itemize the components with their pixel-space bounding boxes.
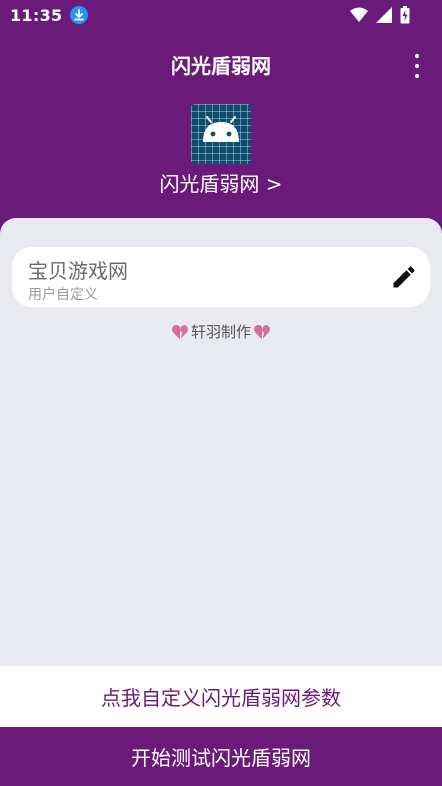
start-test-button[interactable]: 开始测试闪光盾弱网	[0, 727, 442, 786]
system-icons	[350, 6, 410, 24]
customize-params-button[interactable]: 点我自定义闪光盾弱网参数	[0, 666, 442, 727]
signal-icon	[376, 7, 392, 23]
status-bar: 11:35	[0, 0, 442, 30]
wifi-icon	[350, 7, 368, 22]
broken-heart-icon	[171, 324, 188, 339]
app-name-link[interactable]: 闪光盾弱网 >	[0, 168, 442, 197]
download-icon	[70, 6, 89, 24]
more-vert-icon[interactable]	[410, 54, 424, 78]
edit-icon[interactable]	[390, 263, 418, 291]
card-subtitle: 用户自定义	[28, 287, 98, 303]
credit-line: 轩羽制作	[0, 321, 442, 342]
status-time: 11:35	[10, 5, 63, 25]
battery-charging-icon	[400, 6, 410, 24]
broken-heart-icon	[254, 324, 270, 339]
credit-text: 轩羽制作	[190, 323, 251, 341]
network-profile-card[interactable]: 宝贝游戏网 用户自定义	[12, 247, 430, 307]
card-title: 宝贝游戏网	[28, 259, 128, 283]
content-panel: 宝贝游戏网 用户自定义 轩羽制作	[0, 218, 442, 666]
toolbar-title: 闪光盾弱网	[171, 54, 271, 78]
android-app-icon	[191, 104, 251, 164]
